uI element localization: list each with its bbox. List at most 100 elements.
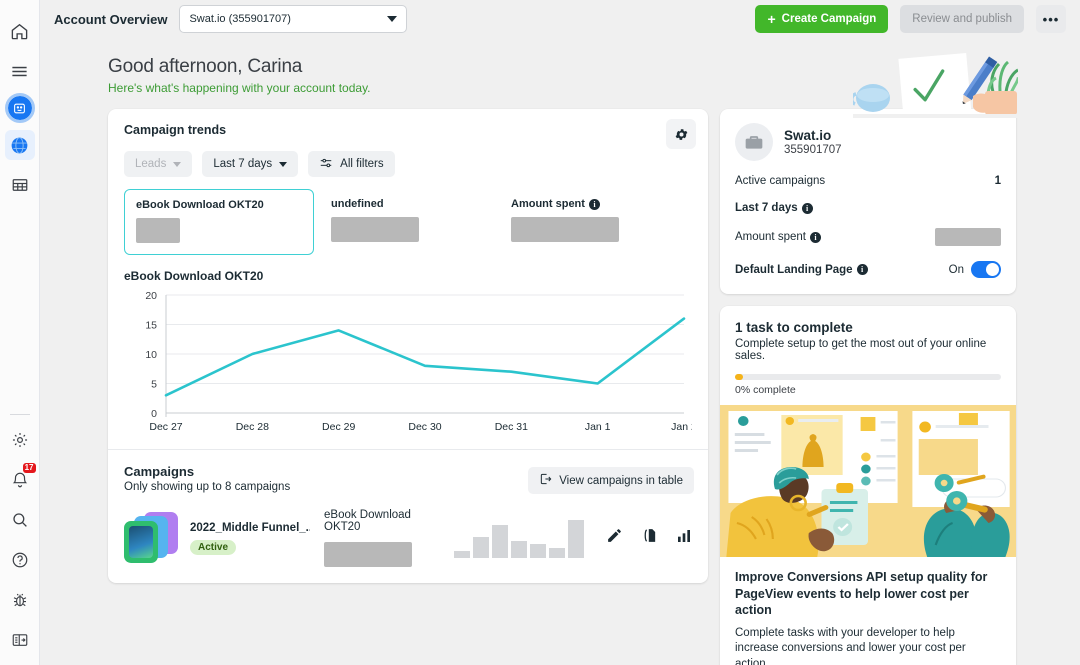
rail-divider [10, 414, 30, 415]
campaign-sparkline [454, 518, 584, 558]
sparkline-bar [511, 541, 527, 558]
account-select-value: Swat.io (355901707) [189, 13, 291, 25]
metric-value-redacted [331, 217, 419, 242]
toggle-state-label: On [949, 264, 964, 276]
table-icon[interactable] [5, 170, 35, 200]
progress-fill [735, 374, 743, 380]
greeting-block: Good afternoon, Carina Here's what's hap… [40, 38, 1080, 95]
campaign-objective-col: eBook Download OKT20 [324, 509, 438, 567]
metric-value-redacted [136, 218, 180, 243]
ads-manager-icon[interactable] [8, 96, 32, 120]
task-description: Complete tasks with your developer to he… [735, 626, 1001, 665]
info-icon[interactable]: i [589, 199, 600, 210]
trend-filters: Leads Last 7 days All [124, 151, 692, 177]
create-campaign-button[interactable]: + Create Campaign [755, 5, 888, 33]
row-actions [606, 527, 692, 549]
view-campaigns-in-table-button[interactable]: View campaigns in table [528, 467, 694, 494]
last-7-days-label: Last 7 days i [735, 202, 813, 214]
svg-text:5: 5 [151, 379, 157, 391]
last-7-days-row: Last 7 days i [735, 202, 1001, 214]
task-title: 1 task to complete [735, 320, 1001, 335]
gear-icon[interactable] [5, 425, 35, 455]
metric-value-redacted [511, 217, 619, 242]
table-row[interactable]: 2022_Middle Funnel_... Active eBook Down… [124, 509, 692, 567]
trend-chart: eBook Download OKT20 05101520Dec 27Dec 2… [108, 265, 708, 447]
line-chart-svg: 05101520Dec 27Dec 28Dec 29Dec 30Dec 31Ja… [124, 287, 692, 439]
filter-chip-all-filters[interactable]: All filters [308, 151, 394, 177]
active-campaigns-value: 1 [995, 175, 1001, 187]
sparkline-bar [473, 537, 489, 558]
task-subtitle: Complete setup to get the most out of yo… [735, 338, 1001, 362]
task-body: Improve Conversions API setup quality fo… [720, 557, 1016, 665]
campaigns-section: Campaigns Only showing up to 8 campaigns… [108, 450, 708, 583]
sparkline-bar [568, 520, 584, 558]
filters-sliders-icon [319, 156, 333, 173]
info-icon[interactable]: i [802, 203, 813, 214]
metric-card-amount-spent[interactable]: Amount spent i [500, 189, 630, 255]
campaign-trends-title: Campaign trends [124, 123, 692, 137]
app-root: 17 Account Overview Swat.io (355901707) … [0, 0, 1080, 665]
svg-text:Jan 2: Jan 2 [671, 421, 692, 433]
page-title: Account Overview [54, 12, 167, 27]
metric-card-undefined[interactable]: undefined [320, 189, 430, 255]
svg-text:Jan 1: Jan 1 [585, 421, 611, 433]
duplicate-icon[interactable] [641, 527, 658, 549]
campaign-value-redacted [324, 542, 412, 567]
amount-spent-redacted [935, 228, 1001, 246]
active-campaigns-label: Active campaigns [735, 175, 825, 187]
audience-icon[interactable] [5, 130, 35, 160]
panel-icon[interactable] [5, 625, 35, 655]
landing-page-toggle-wrap: On [949, 261, 1001, 278]
svg-text:Dec 30: Dec 30 [408, 421, 441, 433]
plus-icon: + [767, 12, 775, 26]
sparkline-bar [549, 548, 565, 558]
menu-icon[interactable] [5, 56, 35, 86]
thumb-front [124, 521, 158, 563]
metric-card-ebook-download[interactable]: eBook Download OKT20 [124, 189, 314, 255]
home-icon[interactable] [5, 16, 35, 46]
svg-text:Dec 28: Dec 28 [236, 421, 269, 433]
task-illustration [720, 405, 1016, 557]
account-name: Swat.io [784, 128, 842, 143]
chevron-down-icon [279, 162, 287, 167]
chart-title: eBook Download OKT20 [124, 269, 692, 283]
default-landing-page-row: Default Landing Page i On [735, 261, 1001, 278]
task-card: 1 task to complete Complete setup to get… [720, 306, 1016, 665]
account-summary-card: Swat.io 355901707 Active campaigns 1 Las… [720, 109, 1016, 294]
status-badge: Active [190, 540, 236, 555]
amount-spent-row: Amount spent i [735, 228, 1001, 246]
campaign-name: 2022_Middle Funnel_... [190, 522, 310, 534]
svg-text:20: 20 [145, 290, 157, 302]
filter-chip-leads[interactable]: Leads [124, 151, 192, 177]
trends-settings-button[interactable] [666, 119, 696, 149]
chart-icon[interactable] [676, 528, 692, 549]
edit-icon[interactable] [606, 527, 623, 549]
default-landing-page-toggle[interactable] [971, 261, 1001, 278]
svg-text:Dec 31: Dec 31 [495, 421, 528, 433]
task-headline: Improve Conversions API setup quality fo… [735, 569, 1001, 619]
progress-label: 0% complete [735, 384, 1001, 396]
more-options-button[interactable]: ••• [1036, 5, 1066, 33]
metric-card-undefined-label: undefined [331, 198, 419, 210]
help-icon[interactable] [5, 545, 35, 575]
account-id: 355901707 [784, 144, 842, 156]
search-icon[interactable] [5, 505, 35, 535]
bell-icon[interactable]: 17 [5, 465, 35, 495]
filter-chip-date-range[interactable]: Last 7 days [202, 151, 298, 177]
bug-icon[interactable] [5, 585, 35, 615]
active-campaigns-row: Active campaigns 1 [735, 175, 1001, 187]
default-landing-page-label: Default Landing Page i [735, 264, 868, 276]
chevron-down-icon [387, 16, 397, 22]
review-and-publish-button[interactable]: Review and publish [900, 5, 1024, 33]
info-icon[interactable]: i [857, 264, 868, 275]
svg-text:0: 0 [151, 408, 157, 420]
account-select[interactable]: Swat.io (355901707) [179, 5, 407, 33]
filter-chip-date-range-label: Last 7 days [213, 158, 272, 170]
notification-badge: 17 [23, 463, 36, 473]
info-icon[interactable]: i [810, 232, 821, 243]
metric-card-ebook-download-label: eBook Download OKT20 [136, 199, 302, 211]
metric-card-amount-spent-text: Amount spent [511, 198, 585, 210]
content-grid: Campaign trends Leads Last 7 days [40, 95, 1080, 665]
external-table-icon [539, 472, 553, 489]
sparkline-bar [454, 551, 470, 558]
